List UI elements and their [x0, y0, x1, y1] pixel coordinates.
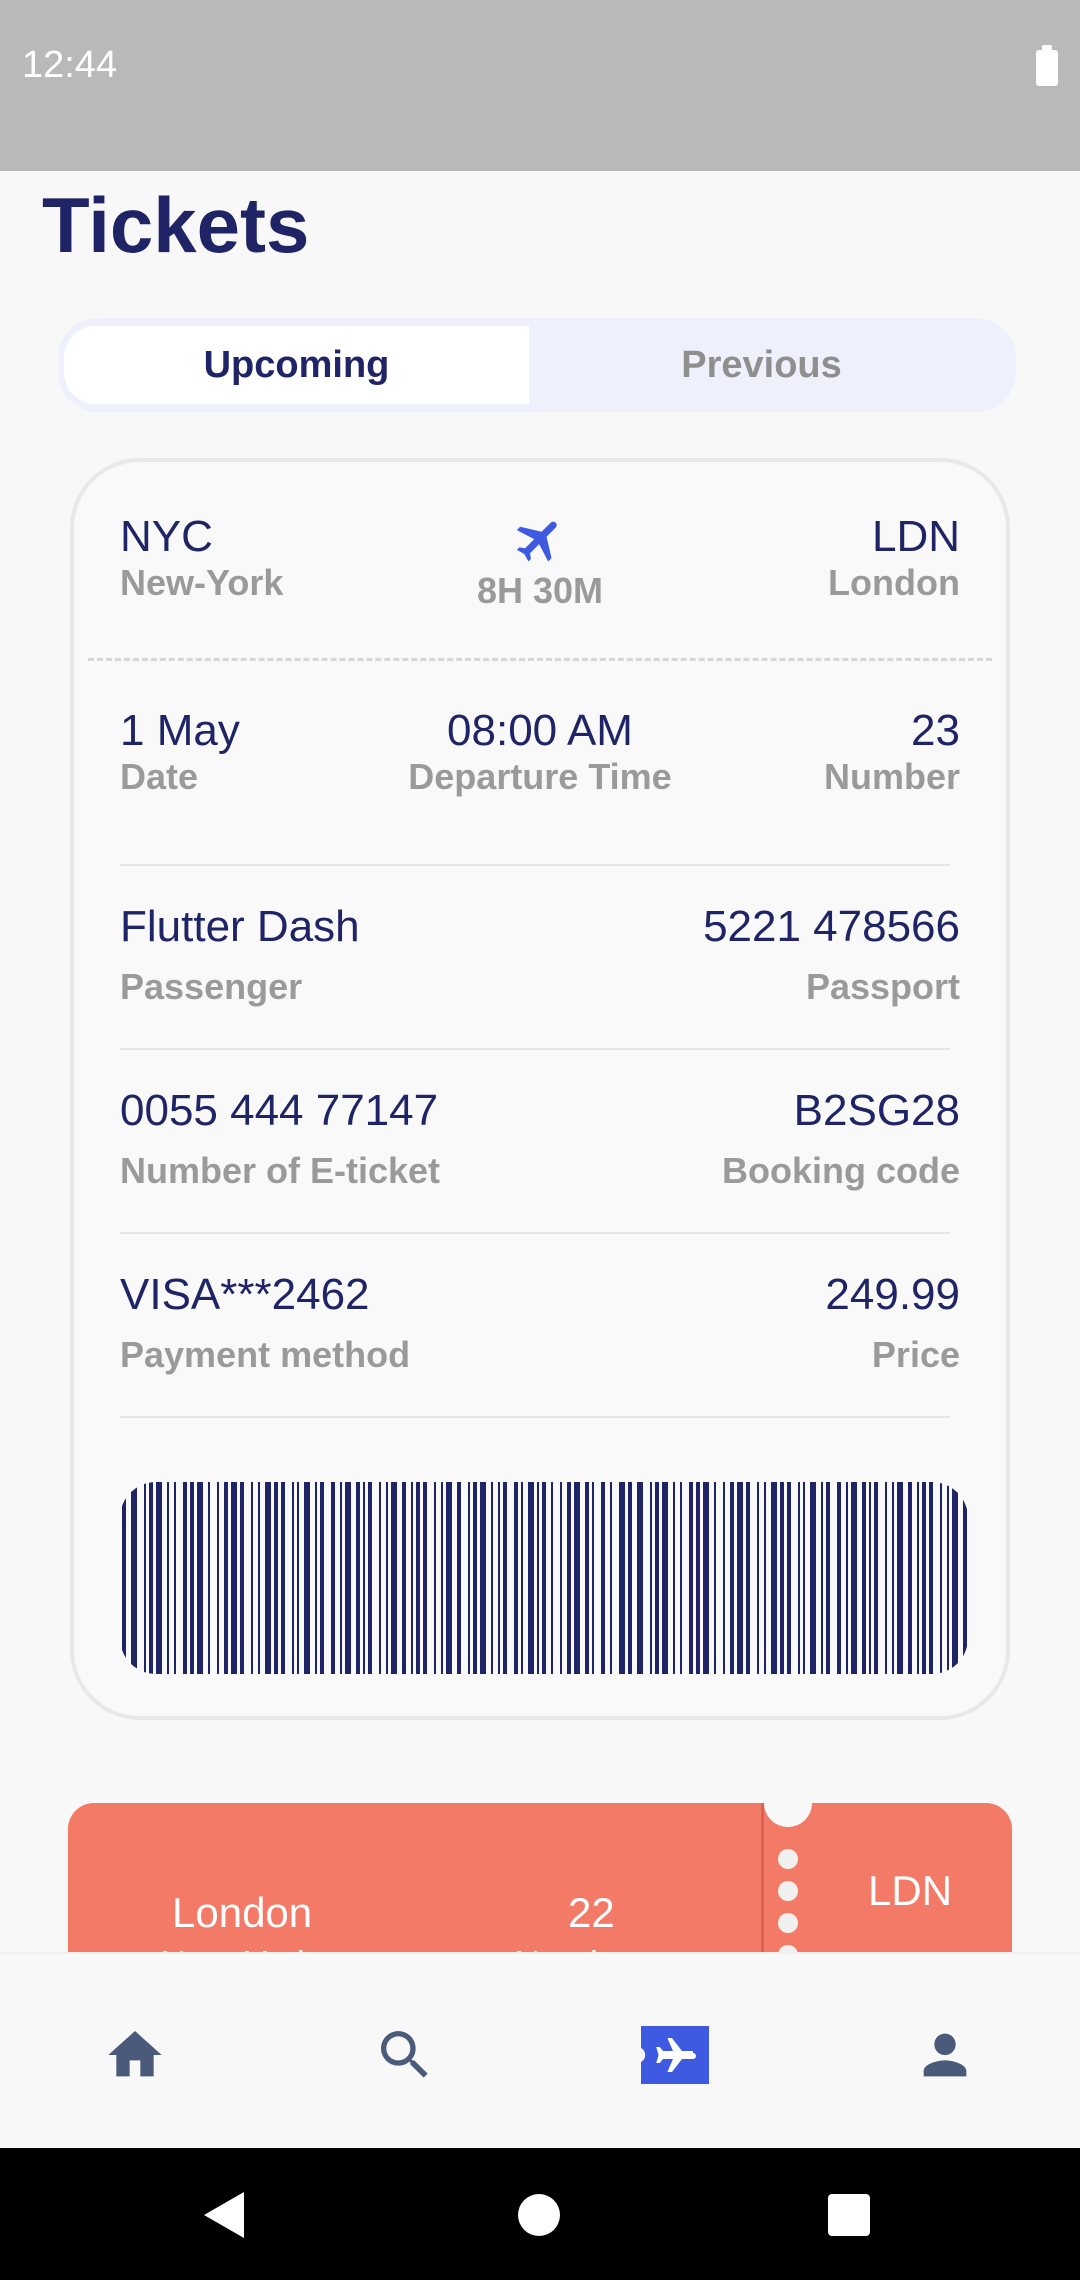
- route-row: NYC New-York 8H 30M LDN London: [120, 512, 960, 622]
- secondary-number-value: 22: [568, 1889, 615, 1936]
- barcode: [122, 1482, 967, 1674]
- eticket-row: 0055 444 77147 Number of E-ticket B2SG28…: [120, 1086, 960, 1206]
- tab-previous[interactable]: Previous: [529, 326, 994, 404]
- payment-row: VISA***2462 Payment method 249.99 Price: [120, 1270, 960, 1390]
- date-block: 1 May Date: [120, 706, 240, 798]
- person-icon: [923, 2033, 967, 2077]
- ticket-card-secondary[interactable]: London New-York 22 Number LDN: [68, 1803, 1012, 1963]
- divider: [120, 1232, 950, 1234]
- passport-value: 5221 478566: [703, 902, 960, 951]
- nav-profile[interactable]: [910, 2020, 980, 2090]
- destination-code: LDN: [871, 512, 960, 561]
- nav-home[interactable]: [100, 2020, 170, 2090]
- flight-duration: 8H 30M: [477, 512, 603, 612]
- passenger-value: Flutter Dash: [120, 902, 360, 951]
- destination-city: London: [828, 562, 960, 603]
- origin-code: NYC: [120, 512, 213, 561]
- divider: [120, 864, 950, 866]
- nav-search[interactable]: [370, 2020, 440, 2090]
- departure-time-label: Departure Time: [408, 756, 672, 797]
- payment-method-value: VISA***2462: [120, 1270, 370, 1319]
- origin-city: New-York: [120, 562, 284, 603]
- flight-meta-row: 1 May Date 08:00 AM Departure Time 23 Nu…: [120, 706, 960, 806]
- perforation-dot: [778, 1849, 798, 1869]
- departure-block: 08:00 AM Departure Time: [408, 706, 671, 798]
- booking-code-value: B2SG28: [793, 1086, 960, 1135]
- status-time: 12:44: [22, 44, 118, 86]
- bottom-navigation: [0, 1952, 1080, 2148]
- eticket-label: Number of E-ticket: [120, 1150, 441, 1191]
- flight-ticket-icon: [641, 2026, 709, 2084]
- back-icon[interactable]: [204, 2192, 248, 2238]
- secondary-from-city: London: [172, 1889, 313, 1936]
- system-navigation-bar: [0, 2148, 1080, 2280]
- battery-icon: [1036, 45, 1058, 86]
- status-bar: 12:44: [0, 0, 1080, 171]
- eticket-value: 0055 444 77147: [120, 1086, 439, 1135]
- ticket-notch: [764, 1803, 812, 1827]
- airplane-icon: [516, 521, 557, 562]
- nav-tickets[interactable]: [640, 2020, 710, 2090]
- recents-square-icon[interactable]: [828, 2194, 870, 2236]
- passport-label: Passport: [805, 966, 960, 1007]
- passenger-row: Flutter Dash Passenger 5221 478566 Passp…: [120, 902, 960, 1022]
- departure-time-value: 08:00 AM: [447, 706, 633, 755]
- page-title: Tickets: [42, 181, 310, 269]
- ticket-perforation-line: [761, 1803, 764, 1963]
- tab-upcoming[interactable]: Upcoming: [64, 326, 529, 404]
- passenger-label: Passenger: [120, 966, 303, 1007]
- perforation-dot: [778, 1881, 798, 1901]
- price-value: 249.99: [825, 1270, 960, 1319]
- search-icon: [381, 2031, 428, 2078]
- duration-text: 8H 30M: [476, 570, 604, 611]
- home-icon: [108, 2031, 162, 2077]
- booking-code-label: Booking code: [721, 1150, 960, 1191]
- divider: [120, 1048, 950, 1050]
- home-circle-icon[interactable]: [518, 2194, 560, 2236]
- perforation-dot: [778, 1913, 798, 1933]
- number-block: 23 Number: [824, 706, 960, 798]
- date-label: Date: [120, 756, 199, 797]
- price-label: Price: [871, 1334, 960, 1375]
- destination: LDN London: [828, 512, 960, 604]
- origin: NYC New-York: [120, 512, 283, 604]
- ticket-tabs: Upcoming Previous: [58, 318, 1016, 412]
- number-label: Number: [823, 756, 960, 797]
- secondary-destination-code: LDN: [868, 1867, 953, 1914]
- ticket-card[interactable]: NYC New-York 8H 30M LDN London 1 May Dat…: [70, 458, 1010, 1720]
- dashed-divider: [88, 658, 992, 661]
- divider: [120, 1416, 950, 1418]
- number-value: 23: [911, 706, 960, 755]
- payment-method-label: Payment method: [120, 1334, 411, 1375]
- date-value: 1 May: [120, 706, 240, 755]
